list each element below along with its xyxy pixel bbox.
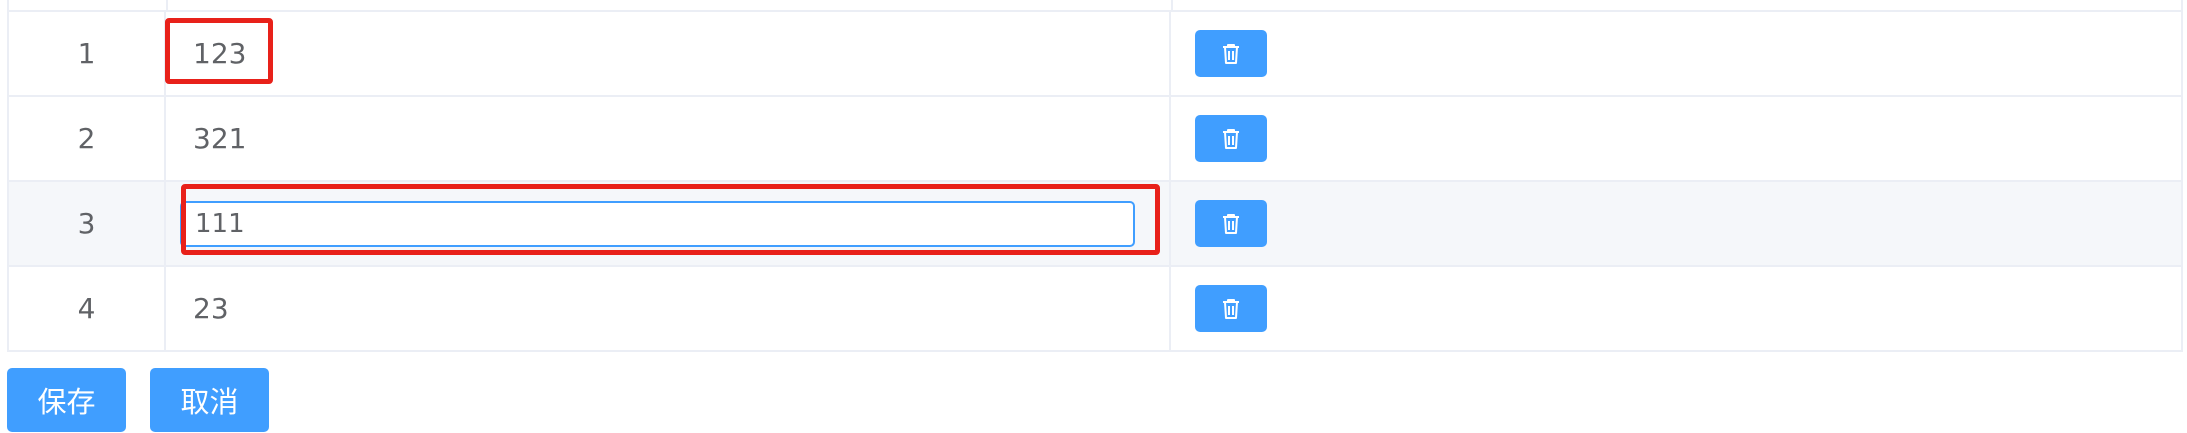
row-actions: [1171, 12, 2181, 95]
row-index: 1: [9, 12, 166, 95]
trash-icon: [1223, 128, 1239, 149]
table-row-editing: 3: [9, 182, 2181, 267]
table-top-edge: [9, 0, 2181, 12]
trash-icon: [1223, 213, 1239, 234]
row-value[interactable]: 23: [166, 267, 1171, 350]
delete-button[interactable]: [1195, 200, 1267, 247]
row-value-text: 23: [193, 292, 229, 325]
row-actions: [1171, 182, 2181, 265]
row-index: 3: [9, 182, 166, 265]
delete-button[interactable]: [1195, 30, 1267, 77]
table-row: 1 123: [9, 12, 2181, 97]
row-value[interactable]: 123: [166, 12, 1171, 95]
row-value[interactable]: 321: [166, 97, 1171, 180]
row-index: 4: [9, 267, 166, 350]
row-value-text: 321: [193, 122, 247, 155]
delete-button[interactable]: [1195, 285, 1267, 332]
row-value-text: 123: [193, 37, 247, 70]
trash-icon: [1223, 43, 1239, 64]
save-button[interactable]: 保存: [7, 368, 126, 432]
table-row: 4 23: [9, 267, 2181, 352]
data-table: 1 123 2 321 3 111 4 23: [7, 0, 2183, 352]
value-input[interactable]: [180, 200, 1135, 247]
row-actions: [1171, 97, 2181, 180]
row-value: [166, 182, 1171, 265]
cancel-button[interactable]: 取消: [150, 368, 269, 432]
row-index: 2: [9, 97, 166, 180]
trash-icon: [1223, 298, 1239, 319]
delete-button[interactable]: [1195, 115, 1267, 162]
editable-table-screen: 1 123 2 321 3 111 4 23 保存 取消: [0, 0, 2187, 433]
row-actions: [1171, 267, 2181, 350]
table-row: 2 321: [9, 97, 2181, 182]
